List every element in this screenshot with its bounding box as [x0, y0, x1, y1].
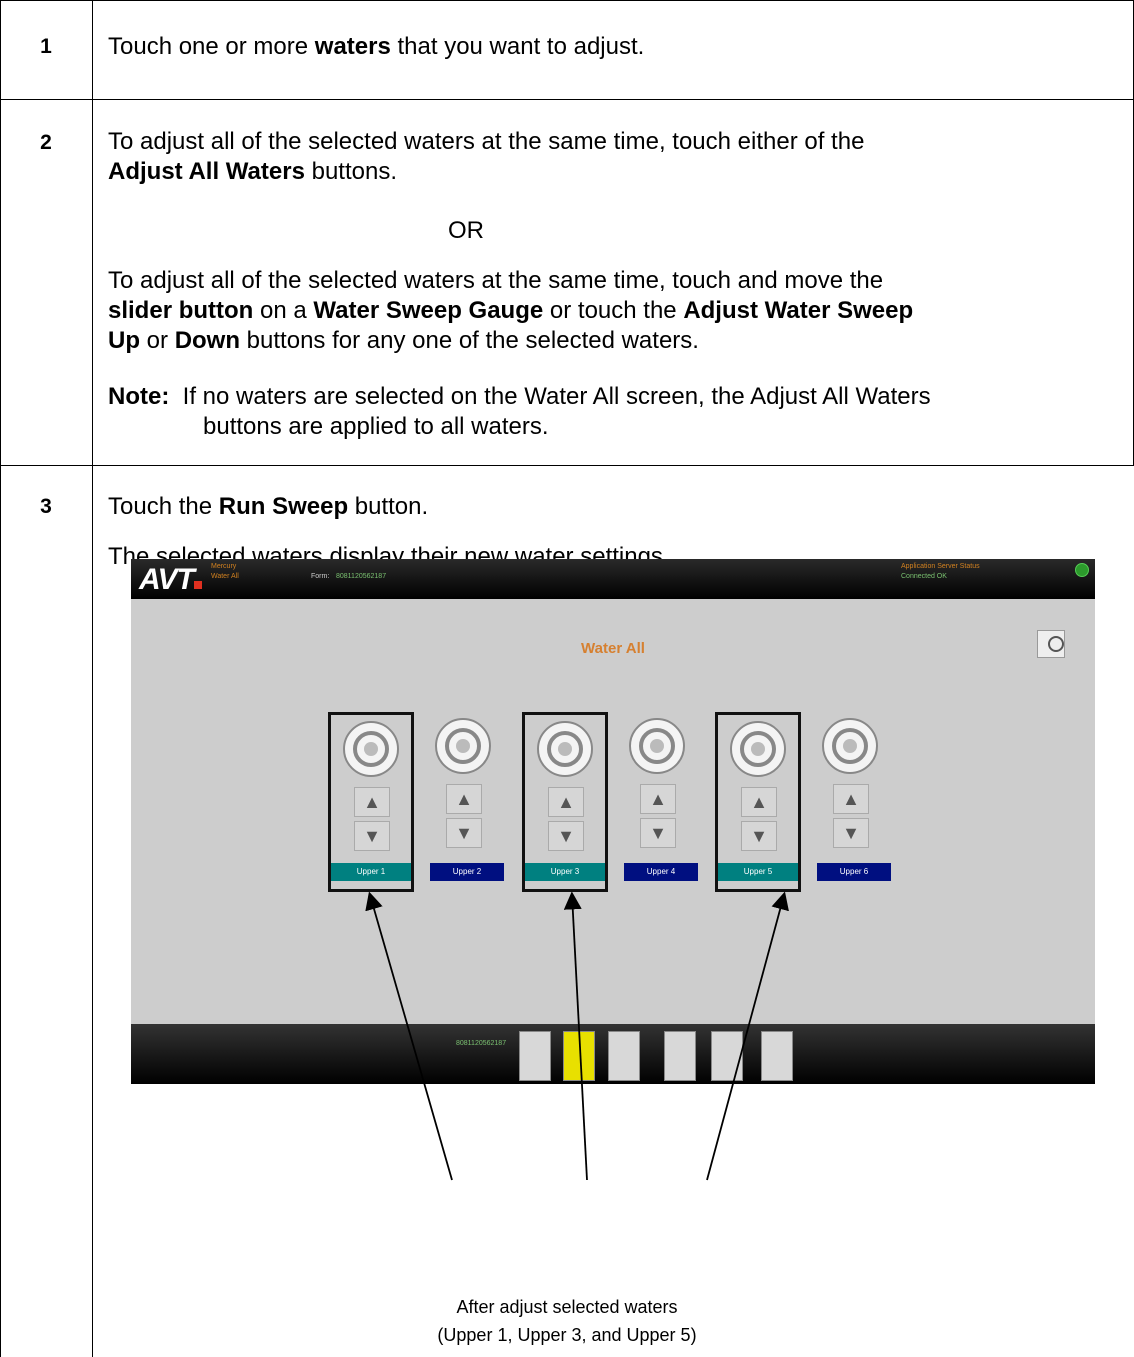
arrow-upper-3	[563, 891, 588, 1181]
caption-line-1: After adjust selected waters	[456, 1297, 678, 1317]
caption-line-2: (Upper 1, Upper 3, and Upper 5)	[437, 1325, 697, 1345]
annotation-arrows	[365, 891, 789, 1181]
arrow-upper-1	[365, 891, 453, 1181]
arrow-upper-5	[706, 891, 789, 1181]
